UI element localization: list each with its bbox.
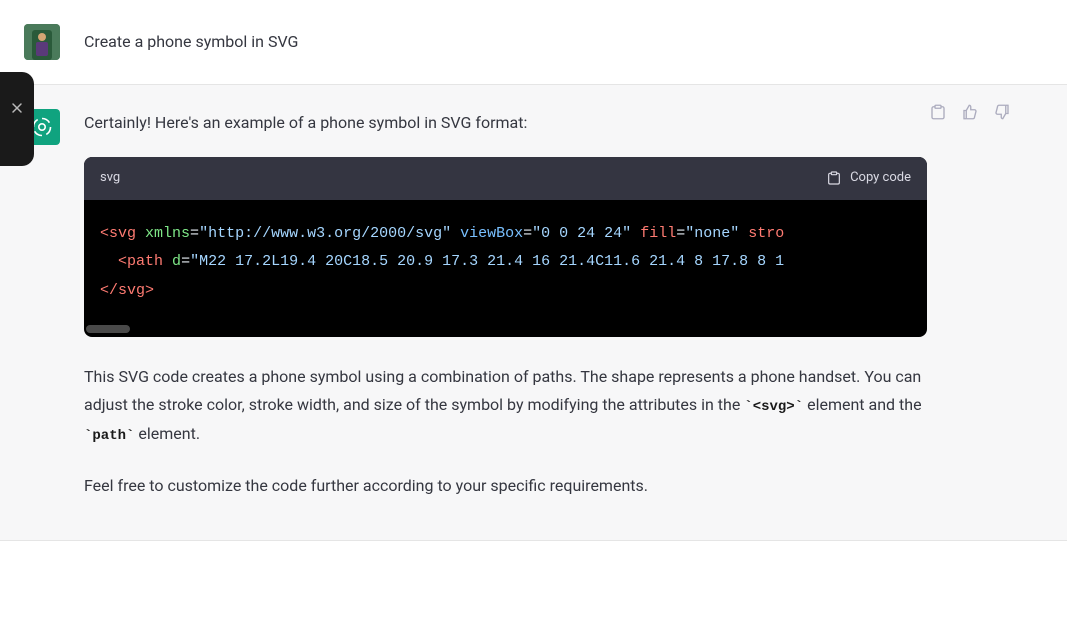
clipboard-icon	[826, 170, 842, 186]
code-line-2: <path d="M22 17.2L19.4 20C18.5 20.9 17.3…	[100, 248, 911, 277]
assistant-explanation: This SVG code creates a phone symbol usi…	[84, 363, 927, 448]
close-sidebar-tab[interactable]	[0, 72, 34, 166]
copy-response-button[interactable]	[929, 103, 947, 121]
code-language-label: svg	[100, 167, 120, 190]
assistant-closing: Feel free to customize the code further …	[84, 472, 927, 500]
assistant-intro-text: Certainly! Here's an example of a phone …	[84, 109, 927, 137]
inline-code-path: `path`	[84, 428, 134, 444]
horizontal-scrollbar[interactable]	[86, 325, 130, 333]
assistant-content: Certainly! Here's an example of a phone …	[84, 109, 927, 500]
copy-code-label: Copy code	[850, 167, 911, 190]
clipboard-icon	[929, 103, 947, 121]
user-message-row: Create a phone symbol in SVG	[0, 0, 1067, 84]
code-block: svg Copy code <svg xmlns="http://www.w3.…	[84, 157, 927, 337]
thumbs-down-icon	[993, 103, 1011, 121]
user-avatar	[24, 24, 60, 60]
user-prompt: Create a phone symbol in SVG	[84, 24, 927, 60]
code-body[interactable]: <svg xmlns="http://www.w3.org/2000/svg" …	[84, 200, 927, 338]
close-icon	[9, 100, 25, 116]
copy-code-button[interactable]: Copy code	[826, 167, 911, 190]
code-line-3: </svg>	[100, 277, 911, 306]
code-line-1: <svg xmlns="http://www.w3.org/2000/svg" …	[100, 220, 911, 249]
thumbs-up-icon	[961, 103, 979, 121]
thumbs-up-button[interactable]	[961, 103, 979, 121]
code-header: svg Copy code	[84, 157, 927, 200]
inline-code-svg: `<svg>`	[744, 399, 803, 415]
assistant-message-row: Certainly! Here's an example of a phone …	[0, 84, 1067, 541]
thumbs-down-button[interactable]	[993, 103, 1011, 121]
feedback-toolbar	[929, 103, 1011, 121]
